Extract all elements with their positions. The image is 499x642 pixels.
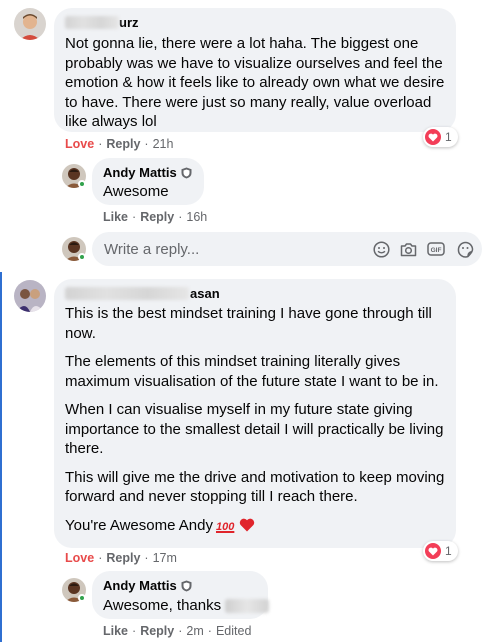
closing-text: You're Awesome Andy — [65, 516, 213, 534]
gif-icon[interactable]: GIF — [427, 240, 445, 258]
svg-text:GIF: GIF — [431, 247, 442, 254]
edited-label[interactable]: Edited — [216, 624, 251, 638]
comment-paragraph: The elements of this mindset training li… — [65, 353, 439, 390]
comment-paragraph-closing: You're Awesome Andy 100 — [65, 516, 447, 538]
reply-bubble: Andy Mattis Awesome — [92, 158, 204, 205]
reply-link[interactable]: Reply — [106, 551, 140, 565]
comment-actions: Love · Reply · 21h — [65, 137, 174, 151]
comment-time[interactable]: 17m — [153, 551, 177, 565]
commenter-avatar[interactable] — [14, 8, 46, 40]
commenter-avatar[interactable] — [14, 280, 46, 312]
reply-composer[interactable]: GIF — [92, 232, 482, 266]
love-link[interactable]: Love — [65, 551, 94, 565]
author-name-suffix: asan — [190, 286, 220, 301]
reply-bubble: Andy Mattis Awesome, thanks — [92, 571, 270, 619]
heart-reaction-icon — [425, 129, 441, 145]
reaction-number: 1 — [445, 544, 452, 558]
moderator-shield-icon — [181, 580, 192, 592]
author-name-redacted — [65, 287, 189, 300]
reply-time[interactable]: 16h — [186, 210, 207, 224]
author-name-redacted — [65, 16, 119, 29]
comment-actions: Love · Reply · 17m — [65, 551, 177, 565]
reply-time[interactable]: 2m — [186, 624, 203, 638]
moderator-shield-icon — [181, 167, 192, 179]
comment-bubble: urz Not gonna lie, there were a lot haha… — [54, 8, 456, 132]
red-heart-emoji — [239, 518, 254, 531]
reply-text-row: Awesome, thanks — [103, 596, 270, 616]
reaction-number: 1 — [445, 130, 452, 144]
reply-text: Awesome — [103, 183, 169, 200]
comment-time[interactable]: 21h — [153, 137, 174, 151]
sticker-icon[interactable] — [456, 240, 474, 258]
comment-bubble: asan This is the best mindset training I… — [54, 279, 456, 548]
reply-link[interactable]: Reply — [106, 137, 140, 151]
emoji-icon[interactable] — [372, 240, 390, 258]
author-name: Andy Mattis — [103, 165, 177, 180]
comment-body: This is the best mindset training I have… — [65, 304, 447, 537]
online-status-dot — [78, 594, 86, 602]
camera-icon[interactable] — [399, 240, 417, 258]
reply-link[interactable]: Reply — [140, 210, 174, 224]
redacted-name — [225, 599, 270, 614]
comment-author[interactable]: asan — [65, 286, 220, 301]
comment-text: Not gonna lie, there were a lot haha. Th… — [65, 35, 445, 130]
comment-author[interactable]: urz — [65, 15, 139, 30]
author-name: Andy Mattis — [103, 578, 177, 593]
like-link[interactable]: Like — [103, 210, 128, 224]
comment-paragraph: When I can visualise myself in my future… — [65, 401, 444, 457]
author-name-suffix: urz — [119, 15, 139, 30]
reply-actions: Like · Reply · 2m · Edited — [103, 624, 252, 638]
heart-reaction-icon — [425, 543, 441, 559]
reply-author[interactable]: Andy Mattis — [103, 165, 192, 180]
reply-text: Awesome, thanks — [103, 597, 222, 614]
online-status-dot — [78, 180, 86, 188]
thread-indicator-line — [0, 272, 2, 642]
reaction-count[interactable]: 1 — [423, 541, 458, 561]
comment-paragraph: This will give me the drive and motivati… — [65, 468, 445, 506]
comment-paragraph: This is the best mindset training I have… — [65, 305, 432, 342]
reply-link[interactable]: Reply — [140, 624, 174, 638]
reply-actions: Like · Reply · 16h — [103, 210, 208, 224]
reply-input[interactable] — [104, 240, 354, 258]
online-status-dot — [78, 253, 86, 261]
love-link[interactable]: Love — [65, 137, 94, 151]
like-link[interactable]: Like — [103, 624, 128, 638]
hundred-points-emoji: 100 — [215, 520, 235, 533]
reply-author[interactable]: Andy Mattis — [103, 578, 192, 593]
reaction-count[interactable]: 1 — [423, 127, 458, 147]
